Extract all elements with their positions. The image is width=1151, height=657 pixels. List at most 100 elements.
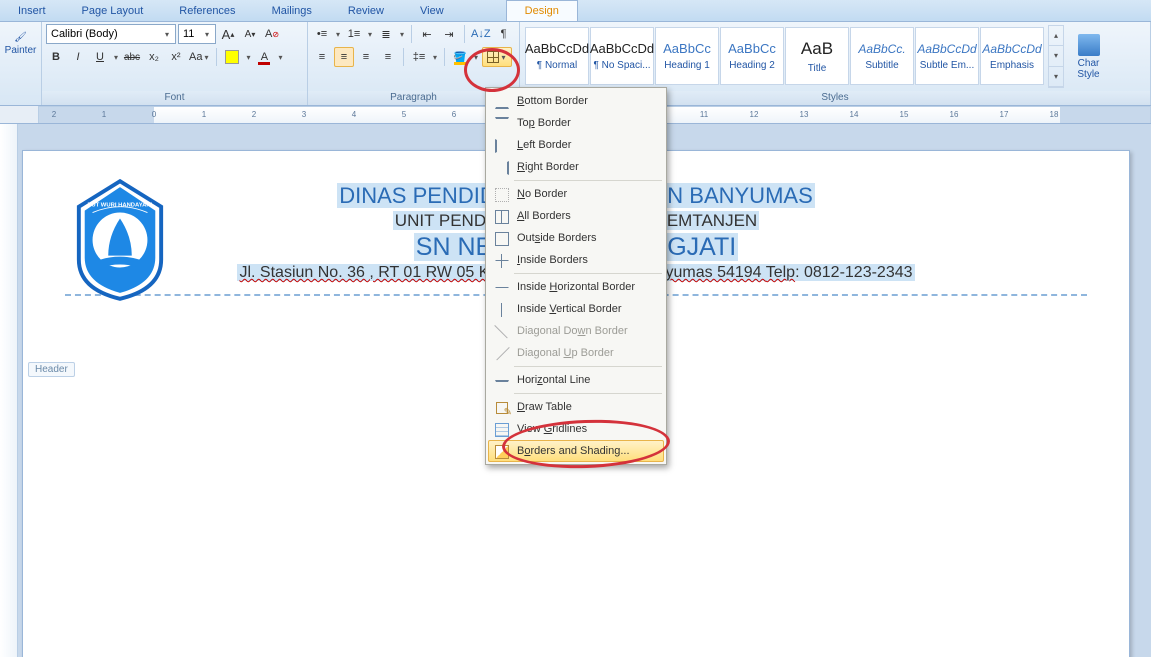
clear-format-button[interactable]: A⊘	[262, 24, 282, 44]
tab-insert[interactable]: Insert	[0, 0, 64, 21]
menu-no-border[interactable]: No Border	[488, 183, 664, 205]
menu-right-border[interactable]: Right Border	[488, 156, 664, 178]
ruler-tick: 12	[750, 110, 759, 119]
change-case-button[interactable]: Aa▾	[188, 47, 211, 67]
styles-scroll[interactable]: ▴ ▾ ▾	[1048, 25, 1064, 88]
tab-review[interactable]: Review	[330, 0, 402, 21]
align-right-button[interactable]: ≡	[356, 47, 376, 67]
header-tag[interactable]: Header	[28, 362, 75, 377]
superscript-button[interactable]: x²	[166, 47, 186, 67]
scroll-down-icon[interactable]: ▾	[1049, 46, 1063, 66]
menu-bottom-border[interactable]: Bottom Border	[488, 90, 664, 112]
tab-mailings[interactable]: Mailings	[254, 0, 330, 21]
style-preview: AaBbCc.	[858, 42, 905, 56]
subscript-button[interactable]: x₂	[144, 47, 164, 67]
font-size-combo[interactable]: 11▾	[178, 24, 216, 44]
style-label: ¶ Normal	[537, 60, 577, 71]
change-styles-label: Char Style	[1068, 58, 1109, 80]
ruler-tick: 1	[102, 110, 106, 119]
show-marks-button[interactable]: ¶	[494, 24, 514, 44]
border-inside-icon	[495, 254, 509, 268]
border-all-icon	[495, 210, 509, 224]
education-logo: TUT WURI HANDAYANI	[71, 179, 169, 301]
vertical-ruler[interactable]	[0, 124, 18, 657]
menu-separator	[514, 273, 662, 274]
more-icon[interactable]: ▾	[1049, 67, 1063, 87]
style-label: ¶ No Spaci...	[593, 60, 650, 71]
justify-button[interactable]: ≡	[378, 47, 398, 67]
brush-icon: 🖌	[14, 32, 27, 43]
separator	[216, 48, 217, 66]
shrink-font-button[interactable]: A▾	[240, 24, 260, 44]
chevron-down-icon: ▾	[276, 53, 284, 62]
style-emphasis[interactable]: AaBbCcDdEmphasis	[980, 27, 1044, 85]
sort-button[interactable]: A↓Z	[470, 24, 492, 44]
ruler-tick: 16	[950, 110, 959, 119]
scroll-up-icon[interactable]: ▴	[1049, 26, 1063, 46]
ruler-tick: 14	[850, 110, 859, 119]
font-color-button[interactable]: A	[254, 47, 274, 67]
style-label: Heading 1	[664, 60, 710, 71]
menu-top-border[interactable]: Top Border	[488, 112, 664, 134]
ruler-tick: 15	[900, 110, 909, 119]
menu-horizontal-line[interactable]: Horizontal Line	[488, 369, 664, 391]
format-painter[interactable]: 🖌 Painter	[0, 22, 41, 56]
menu-view-gridlines[interactable]: View Gridlines	[488, 418, 664, 440]
menu-all-borders[interactable]: All Borders	[488, 205, 664, 227]
svg-text:TUT WURI HANDAYANI: TUT WURI HANDAYANI	[88, 203, 153, 209]
borders-button[interactable]: ▾	[482, 47, 512, 67]
menu-inside-vertical[interactable]: Inside Vertical Border	[488, 298, 664, 320]
menu-separator	[514, 366, 662, 367]
style---normal[interactable]: AaBbCcDd ¶ Normal	[525, 27, 589, 85]
style---no-spaci---[interactable]: AaBbCcDd¶ No Spaci...	[590, 27, 654, 85]
menu-borders-shading[interactable]: Borders and Shading...	[488, 440, 664, 462]
tab-design[interactable]: Design	[506, 0, 578, 21]
strike-button[interactable]: abc	[122, 47, 142, 67]
font-group-label: Font	[42, 91, 307, 105]
bullets-button[interactable]: •≡	[312, 24, 332, 44]
chevron-down-icon: ▾	[500, 53, 508, 62]
styles-icon	[1078, 34, 1100, 56]
menu-outside-borders[interactable]: Outside Borders	[488, 227, 664, 249]
styles-gallery: AaBbCcDd¶ NormalAaBbCcDd¶ No Spaci...AaB…	[523, 25, 1046, 88]
align-left-button[interactable]: ≡	[312, 47, 332, 67]
grid-icon	[487, 51, 499, 63]
style-subtle-em---[interactable]: AaBbCcDdSubtle Em...	[915, 27, 979, 85]
grow-font-button[interactable]: A▴	[218, 24, 238, 44]
change-styles-button[interactable]: Char Style	[1066, 25, 1111, 88]
style-label: Emphasis	[990, 60, 1034, 71]
style-preview: AaBbCc	[728, 41, 776, 56]
numbering-button[interactable]: 1≡	[344, 24, 364, 44]
tab-spacer	[462, 0, 506, 21]
italic-button[interactable]: I	[68, 47, 88, 67]
increase-indent-button[interactable]: ⇥	[439, 24, 459, 44]
border-ih-icon	[495, 281, 509, 295]
tab-page-layout[interactable]: Page Layout	[64, 0, 162, 21]
borders-shading-icon	[495, 445, 509, 459]
menu-draw-table[interactable]: Draw Table	[488, 396, 664, 418]
decrease-indent-button[interactable]: ⇤	[417, 24, 437, 44]
font-group: Calibri (Body)▾ 11▾ A▴ A▾ A⊘ B I U▾ abc …	[42, 22, 308, 105]
line-spacing-button[interactable]: ‡≡	[409, 47, 429, 67]
style-preview: AaBbCc	[663, 41, 711, 56]
menu-left-border[interactable]: Left Border	[488, 134, 664, 156]
tab-view[interactable]: View	[402, 0, 462, 21]
style-subtitle[interactable]: AaBbCc.Subtitle	[850, 27, 914, 85]
font-name-combo[interactable]: Calibri (Body)▾	[46, 24, 176, 44]
tab-references[interactable]: References	[161, 0, 253, 21]
underline-button[interactable]: U	[90, 47, 110, 67]
bold-button[interactable]: B	[46, 47, 66, 67]
style-label: Subtle Em...	[920, 60, 974, 71]
menu-inside-borders[interactable]: Inside Borders	[488, 249, 664, 271]
borders-dropdown: Bottom Border Top Border Left Border Rig…	[485, 87, 667, 465]
menu-inside-horizontal[interactable]: Inside Horizontal Border	[488, 276, 664, 298]
style-heading-1[interactable]: AaBbCc Heading 1	[655, 27, 719, 85]
style-title[interactable]: AaBTitle	[785, 27, 849, 85]
style-preview: AaBbCcDd	[525, 41, 589, 56]
border-diagup-icon	[495, 347, 509, 361]
highlight-button[interactable]	[222, 47, 242, 67]
align-center-button[interactable]: ≡	[334, 47, 354, 67]
style-heading-2[interactable]: AaBbCcHeading 2	[720, 27, 784, 85]
shading-button[interactable]: 🪣	[450, 47, 470, 67]
multilevel-button[interactable]: ≣	[376, 24, 396, 44]
